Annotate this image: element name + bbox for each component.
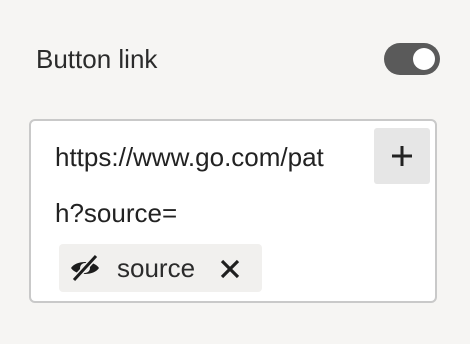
url-text-line-1: https://www.go.com/pat bbox=[55, 142, 324, 172]
close-icon[interactable] bbox=[219, 258, 241, 280]
eye-off-icon bbox=[71, 253, 99, 283]
button-link-setting: Button link bbox=[36, 40, 440, 78]
source-chip-label: source bbox=[117, 253, 196, 283]
toggle-knob bbox=[413, 48, 435, 70]
add-parameter-button[interactable] bbox=[374, 128, 430, 184]
source-parameter-chip[interactable]: source bbox=[59, 244, 262, 292]
button-link-url-field[interactable]: https://www.go.com/pat h?source= source bbox=[29, 119, 437, 303]
button-link-label: Button link bbox=[36, 44, 158, 74]
plus-icon bbox=[392, 146, 412, 166]
button-link-toggle[interactable] bbox=[384, 43, 440, 75]
url-text-line-2: h?source= bbox=[55, 198, 178, 228]
